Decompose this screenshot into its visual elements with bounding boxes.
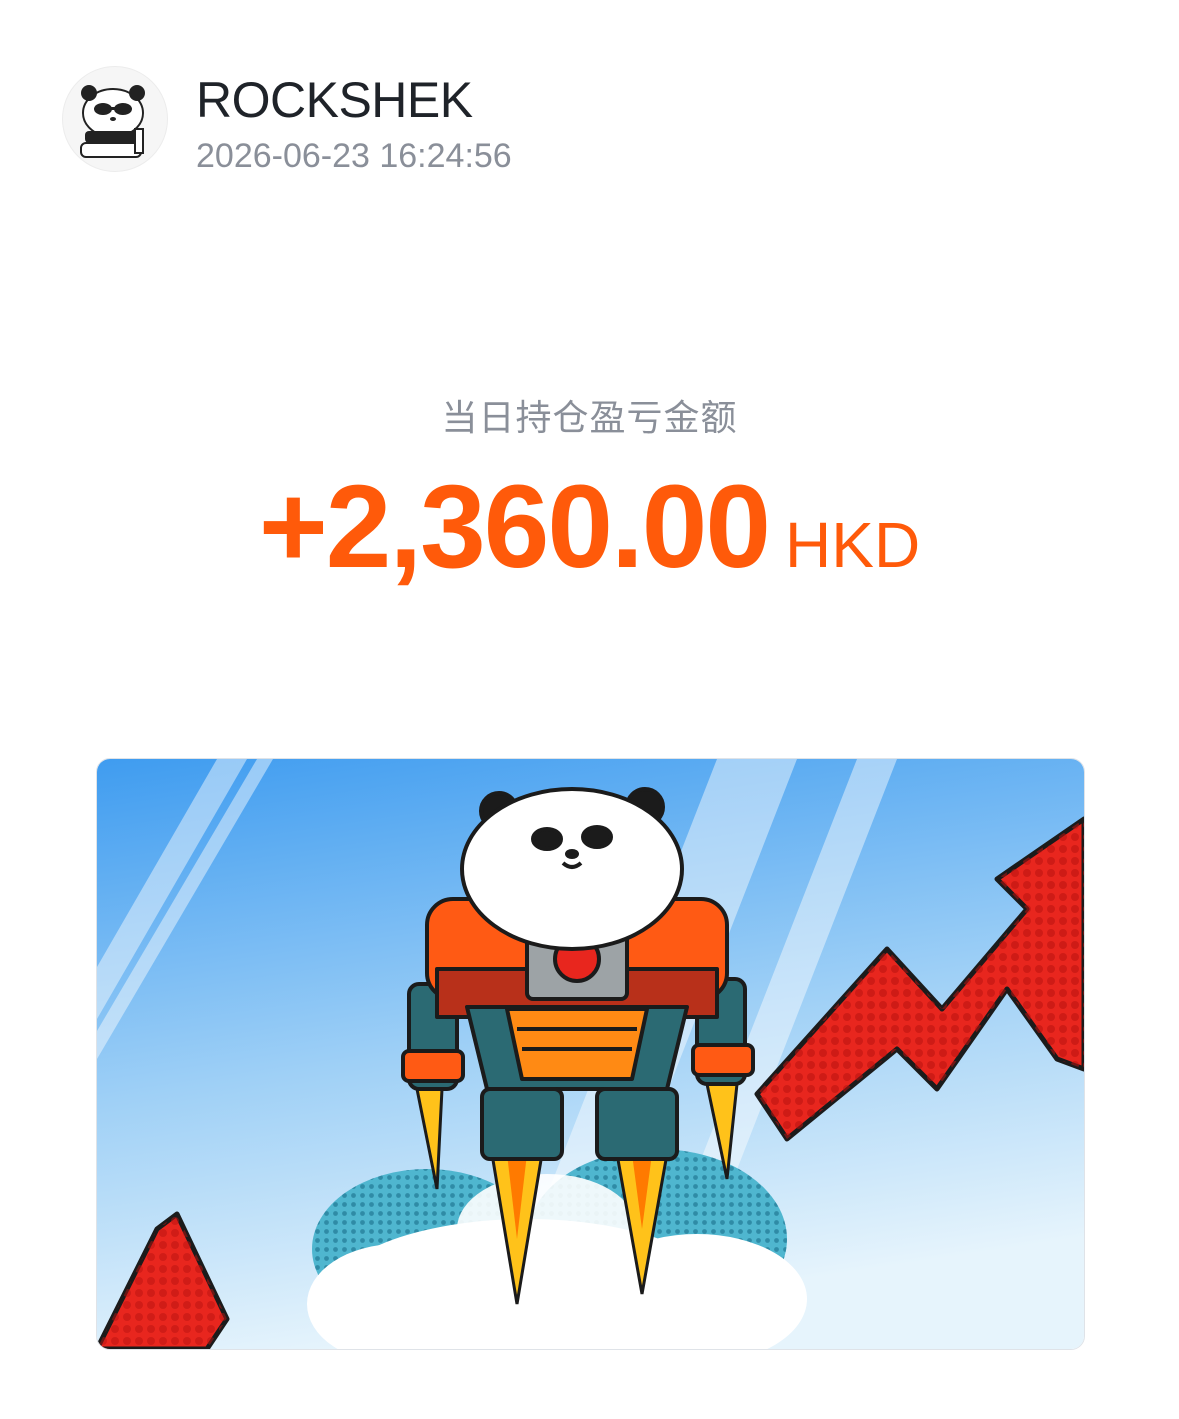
panda-head <box>460 787 684 951</box>
author-name[interactable]: ROCKSHEK <box>196 72 512 128</box>
pnl-label: 当日持仓盈亏金额 <box>441 397 738 438</box>
user-avatar[interactable] <box>62 66 168 172</box>
celebration-banner <box>96 758 1085 1350</box>
smoke-clouds <box>307 1149 807 1349</box>
pnl-amount: +2,360.00 <box>258 461 771 593</box>
post-timestamp: 2026-06-23 16:24:56 <box>196 137 512 175</box>
panda-rocket-illustration <box>97 759 1084 1349</box>
pnl-currency: HKD <box>785 509 921 581</box>
user-meta: ROCKSHEK 2026-06-23 16:24:56 <box>196 66 512 176</box>
post-header: ROCKSHEK 2026-06-23 16:24:56 <box>62 66 512 176</box>
pnl-value: +2,360.00 HKD <box>0 462 1179 592</box>
panda-avatar-icon <box>80 85 145 158</box>
